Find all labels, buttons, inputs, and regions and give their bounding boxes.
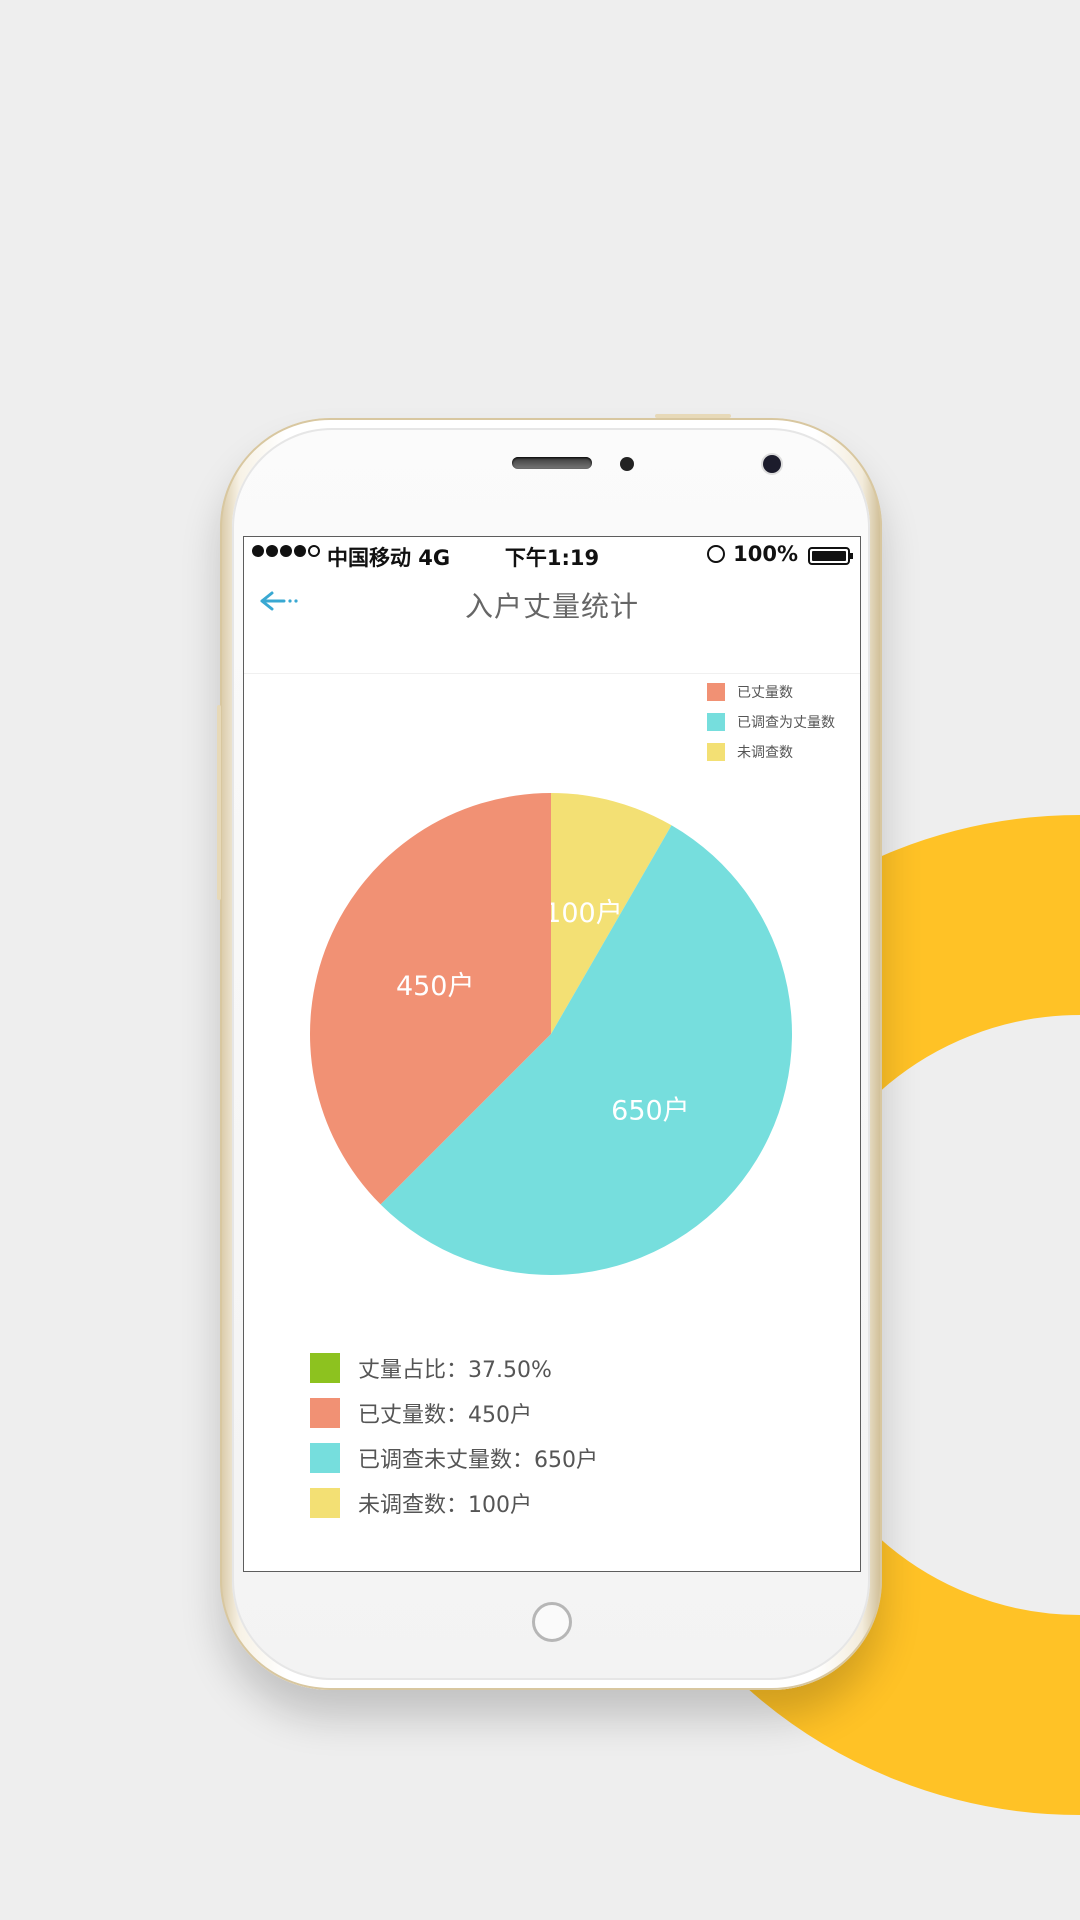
summary-swatch <box>310 1352 340 1383</box>
chart-legend: 已丈量数已调查为丈量数 未调查数 <box>707 677 835 767</box>
summary-swatch <box>310 1487 340 1518</box>
battery-icon <box>808 547 853 565</box>
legend-swatch <box>707 743 725 761</box>
summary-row: 未调查数：100户 <box>310 1480 598 1525</box>
page-title: 入户丈量统计 <box>464 590 639 623</box>
summary-label: 已丈量数：450户 <box>358 1402 532 1428</box>
front-camera <box>763 455 781 473</box>
battery-percentage: 100% <box>733 542 798 566</box>
summary-list: 丈量占比：37.50% 已丈量数：450户已调查未丈量数：650户 未调查数：100… <box>310 1345 598 1525</box>
power-button <box>655 414 731 418</box>
legend-label: 已调查为丈量数 <box>737 715 835 731</box>
pie-chart-svg: 100户 650户 450户 <box>310 793 792 1275</box>
legend-item: 已调查为丈量数 <box>707 707 835 737</box>
pie-chart: 100户 650户 450户 <box>244 674 860 1314</box>
pie-slice-label-0: 100户 <box>544 898 623 929</box>
legend-item: 已丈量数 <box>707 677 835 707</box>
summary-label: 未调查数：100户 <box>358 1492 532 1518</box>
summary-row: 已调查未丈量数：650户 <box>310 1435 598 1480</box>
summary-swatch <box>310 1397 340 1428</box>
summary-row: 已丈量数：450户 <box>310 1390 598 1435</box>
legend-swatch <box>707 683 725 701</box>
navigation-bar: 入户丈量统计 <box>244 573 860 674</box>
legend-label: 已丈量数 <box>737 685 793 701</box>
home-button[interactable] <box>532 1602 572 1642</box>
pie-slice-label-2: 450户 <box>396 971 475 1002</box>
legend-item: 未调查数 <box>707 737 835 767</box>
legend-swatch <box>707 713 725 731</box>
speaker-grille <box>512 457 592 469</box>
legend-label: 未调查数 <box>737 745 793 761</box>
pie-slice-label-1: 650户 <box>611 1095 690 1126</box>
proximity-sensor <box>620 457 634 471</box>
summary-row: 丈量占比：37.50% <box>310 1345 598 1390</box>
summary-label: 已调查未丈量数：650户 <box>358 1447 598 1473</box>
app-screen: 中国移动 4G 下午1:19 100% 入户丈量统计 100户 650户 450户 … <box>243 536 861 1572</box>
status-bar: 中国移动 4G 下午1:19 100% <box>244 537 860 573</box>
summary-label: 丈量占比：37.50% <box>358 1357 552 1383</box>
summary-swatch <box>310 1442 340 1473</box>
volume-button <box>217 705 221 900</box>
rotation-lock-icon <box>707 545 725 563</box>
